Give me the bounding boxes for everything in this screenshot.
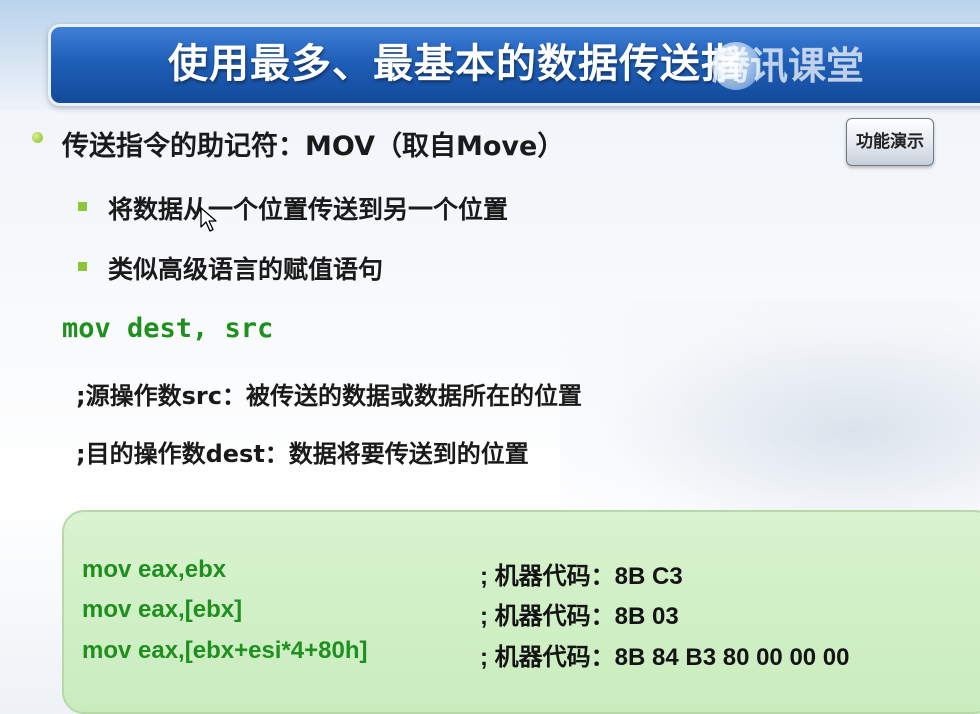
code-instruction: mov eax,ebx (82, 556, 227, 583)
dest-note: ;目的操作数dest：数据将要传送到的位置 (76, 440, 529, 468)
code-comment: ; 机器代码：8B C3 (480, 563, 683, 590)
watermark-text: 腾讯课堂 (712, 44, 865, 88)
code-instruction: mov eax,[ebx+esi*4+80h] (82, 637, 368, 664)
code-comment: ; 机器代码：8B 84 B3 80 00 00 00 (480, 644, 850, 671)
code-comment: ; 机器代码：8B 03 (480, 603, 679, 630)
syntax-line: mov dest, src (62, 313, 274, 344)
main-bullet-text: 传送指令的助记符：MOV（取自Move） (62, 131, 565, 162)
sub-bullet-1-text: 将数据从一个位置传送到另一个位置 (108, 195, 509, 224)
sub-bullet-2-text: 类似高级语言的赋值语句 (108, 255, 384, 284)
bullet-square-icon (78, 262, 87, 271)
mouse-cursor-icon (200, 207, 217, 232)
demo-button[interactable]: 功能演示 (846, 118, 934, 166)
bullet-square-icon (78, 202, 87, 211)
src-note: ;源操作数src：被传送的数据或数据所在的位置 (76, 382, 582, 410)
bullet-dot-icon (32, 132, 43, 143)
code-instruction: mov eax,[ebx] (82, 596, 243, 623)
slide-title: 使用最多、最基本的数据传送指 (168, 41, 742, 87)
